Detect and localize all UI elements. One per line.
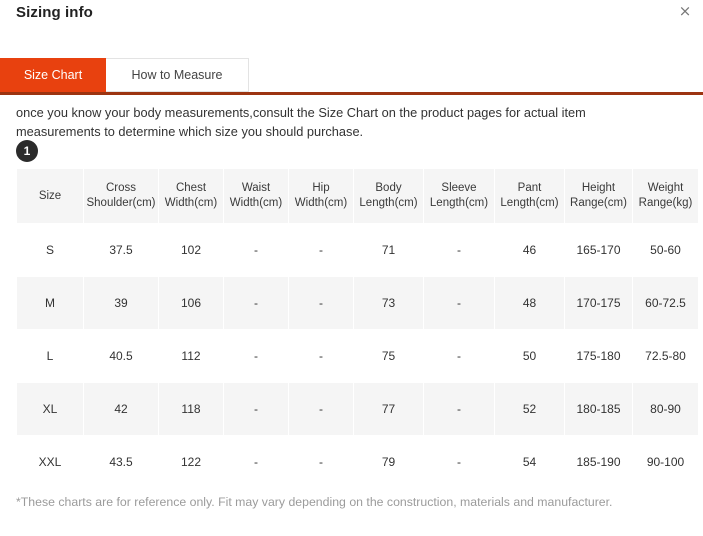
cell-waist-width: - bbox=[224, 330, 288, 382]
cell-height-range: 170-175 bbox=[565, 277, 632, 329]
cell-sleeve-length: - bbox=[424, 383, 494, 435]
cell-height-range: 165-170 bbox=[565, 224, 632, 276]
tab-underline bbox=[0, 92, 703, 95]
cell-body-length: 79 bbox=[354, 436, 423, 488]
column-header-height-range-line2: Range(cm) bbox=[570, 197, 627, 209]
column-header-body-length: Body Length(cm) bbox=[354, 169, 423, 223]
table-header-row: Size Cross Shoulder(cm) Chest Width(cm) … bbox=[17, 169, 698, 223]
cell-height-range: 175-180 bbox=[565, 330, 632, 382]
table-row: XL 42 118 - - 77 - 52 180-185 80-90 bbox=[17, 383, 698, 435]
column-header-waist-width-line1: Waist bbox=[241, 182, 271, 194]
cell-pant-length: 48 bbox=[495, 277, 564, 329]
column-header-pant-length-line1: Pant bbox=[517, 182, 542, 194]
column-header-size: Size bbox=[17, 169, 83, 223]
cell-weight-range: 80-90 bbox=[633, 383, 698, 435]
cell-waist-width: - bbox=[224, 383, 288, 435]
column-header-weight-range: Weight Range(kg) bbox=[633, 169, 698, 223]
tab-how-to-measure[interactable]: How to Measure bbox=[106, 58, 249, 92]
cell-size: XL bbox=[17, 383, 83, 435]
cell-size: XXL bbox=[17, 436, 83, 488]
cell-height-range: 185-190 bbox=[565, 436, 632, 488]
tab-size-chart[interactable]: Size Chart bbox=[0, 58, 106, 92]
cell-size: M bbox=[17, 277, 83, 329]
column-header-height-range: Height Range(cm) bbox=[565, 169, 632, 223]
cell-body-length: 71 bbox=[354, 224, 423, 276]
column-header-sleeve-length: Sleeve Length(cm) bbox=[424, 169, 494, 223]
table-row: S 37.5 102 - - 71 - 46 165-170 50-60 bbox=[17, 224, 698, 276]
column-header-waist-width: Waist Width(cm) bbox=[224, 169, 288, 223]
column-header-hip-width: Hip Width(cm) bbox=[289, 169, 353, 223]
column-header-weight-range-line1: Weight bbox=[647, 182, 684, 194]
cell-pant-length: 54 bbox=[495, 436, 564, 488]
cell-sleeve-length: - bbox=[424, 330, 494, 382]
cell-waist-width: - bbox=[224, 436, 288, 488]
cell-body-length: 73 bbox=[354, 277, 423, 329]
cell-cross-shoulder: 43.5 bbox=[84, 436, 158, 488]
column-header-body-length-line1: Body bbox=[375, 182, 402, 194]
column-header-chest-width: Chest Width(cm) bbox=[159, 169, 223, 223]
cell-pant-length: 52 bbox=[495, 383, 564, 435]
cell-sleeve-length: - bbox=[424, 224, 494, 276]
cell-cross-shoulder: 39 bbox=[84, 277, 158, 329]
table-row: L 40.5 112 - - 75 - 50 175-180 72.5-80 bbox=[17, 330, 698, 382]
column-header-sleeve-length-line2: Length(cm) bbox=[429, 197, 489, 209]
table-row: M 39 106 - - 73 - 48 170-175 60-72.5 bbox=[17, 277, 698, 329]
column-header-chest-width-line2: Width(cm) bbox=[164, 197, 218, 209]
column-header-cross-shoulder-line1: Cross bbox=[105, 182, 137, 194]
column-header-hip-width-line1: Hip bbox=[312, 182, 330, 194]
cell-weight-range: 60-72.5 bbox=[633, 277, 698, 329]
cell-body-length: 75 bbox=[354, 330, 423, 382]
cell-sleeve-length: - bbox=[424, 277, 494, 329]
column-header-chest-width-line1: Chest bbox=[175, 182, 207, 194]
column-header-waist-width-line2: Width(cm) bbox=[229, 197, 283, 209]
column-header-pant-length: Pant Length(cm) bbox=[495, 169, 564, 223]
column-header-cross-shoulder: Cross Shoulder(cm) bbox=[84, 169, 158, 223]
cell-weight-range: 72.5-80 bbox=[633, 330, 698, 382]
cell-chest-width: 118 bbox=[159, 383, 223, 435]
column-header-sleeve-length-line1: Sleeve bbox=[441, 182, 477, 194]
cell-chest-width: 106 bbox=[159, 277, 223, 329]
cell-size: S bbox=[17, 224, 83, 276]
cell-chest-width: 102 bbox=[159, 224, 223, 276]
table-row: XXL 43.5 122 - - 79 - 54 185-190 90-100 bbox=[17, 436, 698, 488]
column-header-weight-range-line2: Range(kg) bbox=[638, 197, 693, 209]
cell-pant-length: 50 bbox=[495, 330, 564, 382]
cell-sleeve-length: - bbox=[424, 436, 494, 488]
cell-hip-width: - bbox=[289, 383, 353, 435]
footnote-text: *These charts are for reference only. Fi… bbox=[16, 495, 613, 509]
step-badge: 1 bbox=[16, 140, 38, 162]
cell-weight-range: 90-100 bbox=[633, 436, 698, 488]
column-header-size-line1: Size bbox=[38, 189, 62, 202]
column-header-height-range-line1: Height bbox=[581, 182, 616, 194]
description-text: once you know your body measurements,con… bbox=[16, 105, 586, 139]
cell-hip-width: - bbox=[289, 330, 353, 382]
tab-size-chart-label: Size Chart bbox=[23, 68, 83, 82]
cell-height-range: 180-185 bbox=[565, 383, 632, 435]
cell-cross-shoulder: 42 bbox=[84, 383, 158, 435]
cell-hip-width: - bbox=[289, 224, 353, 276]
cell-cross-shoulder: 37.5 bbox=[84, 224, 158, 276]
cell-hip-width: - bbox=[289, 436, 353, 488]
cell-chest-width: 112 bbox=[159, 330, 223, 382]
cell-body-length: 77 bbox=[354, 383, 423, 435]
tab-how-to-measure-label: How to Measure bbox=[131, 68, 223, 82]
column-header-cross-shoulder-line2: Shoulder(cm) bbox=[86, 197, 156, 209]
page-title: Sizing info bbox=[16, 4, 93, 21]
tab-bar: Size Chart How to Measure bbox=[0, 58, 703, 92]
cell-cross-shoulder: 40.5 bbox=[84, 330, 158, 382]
cell-waist-width: - bbox=[224, 224, 288, 276]
size-chart-table: Size Cross Shoulder(cm) Chest Width(cm) … bbox=[16, 168, 699, 489]
cell-size: L bbox=[17, 330, 83, 382]
column-header-hip-width-line2: Width(cm) bbox=[294, 197, 348, 209]
cell-chest-width: 122 bbox=[159, 436, 223, 488]
column-header-body-length-line2: Length(cm) bbox=[359, 197, 418, 209]
cell-pant-length: 46 bbox=[495, 224, 564, 276]
column-header-pant-length-line2: Length(cm) bbox=[500, 197, 559, 209]
cell-hip-width: - bbox=[289, 277, 353, 329]
close-icon[interactable]: × bbox=[675, 1, 695, 21]
cell-weight-range: 50-60 bbox=[633, 224, 698, 276]
cell-waist-width: - bbox=[224, 277, 288, 329]
